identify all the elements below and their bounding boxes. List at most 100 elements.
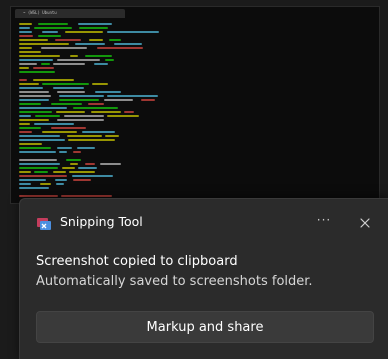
terminal-text-line	[19, 23, 32, 25]
terminal-text-line	[19, 135, 60, 137]
terminal-text-line	[78, 167, 97, 169]
terminal-text-line	[56, 111, 85, 113]
terminal-text-line	[69, 171, 95, 173]
terminal-text-line	[51, 127, 86, 129]
terminal-text-line	[70, 163, 78, 165]
terminal-text-line	[95, 91, 121, 93]
terminal-text-line	[105, 59, 114, 61]
terminal-text-line	[41, 47, 87, 49]
terminal-text-line	[19, 187, 49, 189]
terminal-text-line	[78, 23, 112, 25]
terminal-text-line	[68, 139, 115, 141]
terminal-text-line	[19, 127, 41, 129]
terminal-text-line	[91, 111, 121, 113]
terminal-text-line	[141, 99, 155, 101]
terminal-text-line	[19, 159, 57, 161]
terminal-text-line	[19, 151, 56, 153]
terminal-text-line	[19, 115, 31, 117]
terminal-text-line	[82, 131, 115, 133]
terminal-text-line	[19, 183, 31, 185]
terminal-text-line	[19, 79, 27, 81]
terminal-text-line	[104, 99, 133, 101]
terminal-text-line	[97, 47, 143, 49]
terminal-text-line	[19, 143, 42, 145]
terminal-text-line	[19, 43, 69, 45]
terminal-text-line	[65, 31, 103, 33]
terminal-text-line	[33, 67, 54, 69]
terminal-tab-label: ~ (WSL) Ubuntu	[23, 10, 57, 15]
terminal-text-line	[57, 119, 104, 121]
terminal-text-line	[72, 175, 113, 177]
terminal-text-line	[59, 151, 67, 153]
terminal-text-line	[35, 115, 60, 117]
terminal-text-line	[92, 83, 108, 85]
terminal-text-line	[61, 195, 112, 197]
terminal-text-line	[42, 131, 77, 133]
markup-and-share-button[interactable]: Markup and share	[36, 311, 374, 343]
terminal-text-line	[70, 55, 78, 57]
terminal-text-line	[19, 55, 60, 57]
terminal-text-line	[55, 39, 81, 41]
terminal-text-line	[107, 95, 158, 97]
terminal-text-line	[38, 23, 68, 25]
terminal-text-line	[53, 63, 85, 65]
toast-title: Screenshot copied to clipboard	[36, 254, 238, 269]
terminal-text-line	[40, 183, 51, 185]
toast-body: Automatically saved to screenshots folde…	[36, 274, 313, 289]
terminal-text-line	[19, 63, 37, 65]
toast-app-name: Snipping Tool	[60, 214, 143, 229]
terminal-text-line	[19, 139, 65, 141]
terminal-text-line	[38, 35, 61, 37]
terminal-text-line	[67, 135, 102, 137]
terminal-text-line	[19, 103, 41, 105]
terminal-text-line	[85, 163, 95, 165]
close-icon[interactable]	[354, 212, 376, 234]
terminal-text-line	[19, 175, 67, 177]
terminal-text-line	[73, 151, 81, 153]
terminal-text-line	[34, 27, 72, 29]
terminal-text-line	[100, 163, 121, 165]
terminal-text-line	[19, 35, 33, 37]
terminal-text-line	[57, 147, 72, 149]
terminal-text-line	[19, 123, 30, 125]
terminal-text-line	[19, 39, 48, 41]
terminal-text-line	[19, 95, 51, 97]
terminal-text-line	[77, 147, 95, 149]
terminal-text-line	[19, 195, 58, 197]
more-options-button[interactable]: ···	[313, 211, 335, 233]
terminal-text-line	[89, 39, 103, 41]
terminal-text-line	[41, 63, 50, 65]
terminal-text-line	[19, 111, 52, 113]
terminal-output	[19, 23, 379, 201]
terminal-text-line	[124, 111, 134, 113]
terminal-text-line	[19, 87, 43, 89]
terminal-text-line	[19, 51, 41, 53]
terminal-text-line	[19, 179, 46, 181]
terminal-text-line	[19, 31, 32, 33]
terminal-text-line	[51, 103, 82, 105]
terminal-tab[interactable]: ~ (WSL) Ubuntu	[15, 9, 125, 18]
terminal-window: ~ (WSL) Ubuntu	[10, 6, 380, 204]
terminal-text-line	[19, 167, 58, 169]
terminal-text-line	[34, 171, 48, 173]
terminal-text-line	[19, 83, 39, 85]
terminal-text-line	[19, 67, 29, 69]
terminal-text-line	[59, 95, 104, 97]
notification-toast[interactable]: Snipping Tool ··· Screenshot copied to c…	[19, 198, 388, 359]
terminal-text-line	[59, 99, 99, 101]
terminal-text-line	[19, 131, 32, 133]
terminal-text-line	[57, 59, 100, 61]
terminal-text-line	[107, 115, 139, 117]
terminal-text-line	[53, 171, 66, 173]
terminal-text-line	[19, 47, 32, 49]
terminal-text-line	[42, 83, 89, 85]
terminal-text-line	[19, 171, 31, 173]
terminal-text-line	[42, 31, 58, 33]
terminal-text-line	[88, 103, 104, 105]
terminal-text-line	[19, 163, 60, 165]
terminal-text-line	[66, 159, 81, 161]
terminal-text-line	[33, 79, 74, 81]
terminal-text-line	[57, 91, 85, 93]
terminal-text-line	[85, 55, 112, 57]
terminal-text-line	[56, 183, 64, 185]
